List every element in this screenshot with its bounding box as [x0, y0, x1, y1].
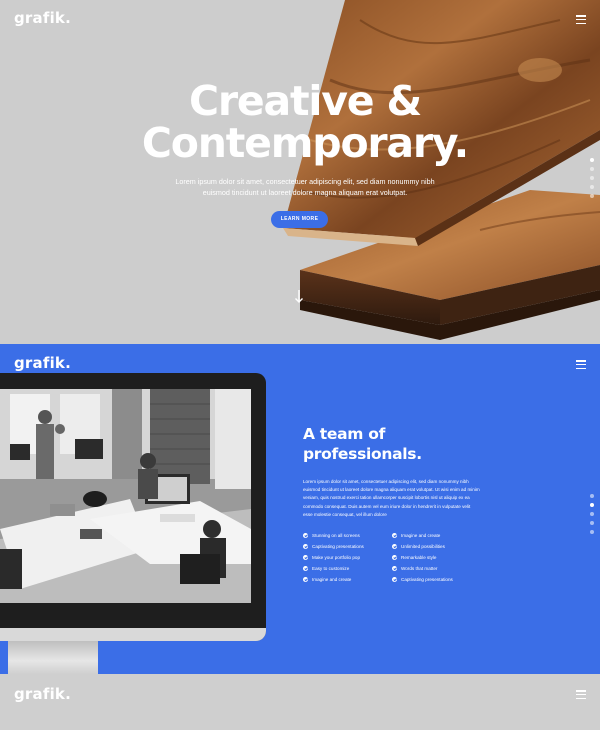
slide-dot[interactable]: [590, 194, 594, 198]
slide-dot[interactable]: [590, 176, 594, 180]
hamburger-menu-icon[interactable]: [576, 15, 586, 25]
hero-subtitle: Lorem ipsum dolor sit amet, consectetuer…: [160, 176, 450, 198]
hamburger-menu-icon[interactable]: [576, 690, 586, 700]
slide-dot[interactable]: [590, 503, 594, 507]
check-icon: [303, 533, 308, 538]
learn-more-button[interactable]: LEARN MORE: [271, 211, 328, 228]
team-title-line2: professionals.: [303, 445, 422, 463]
hero-title: Creative & Contemporary.: [140, 80, 470, 164]
team-title-line1: A team of: [303, 425, 386, 443]
slide-dots: [590, 158, 596, 203]
monitor-stand: [8, 641, 98, 674]
slide-dot[interactable]: [590, 185, 594, 189]
feature-label: Easy to customize: [312, 566, 350, 571]
hero-title-line1: Creative &: [189, 77, 422, 125]
monitor-chin: [0, 628, 266, 641]
feature-item: Imagine and create: [303, 574, 392, 585]
feature-item: Stunning on all screens: [303, 530, 392, 541]
feature-item: Unlimited possibilities: [392, 541, 481, 552]
feature-column-right: Imagine and create Unlimited possibiliti…: [392, 530, 481, 585]
hero-section: grafik. Creative & Contemporary. Lorem i…: [0, 0, 600, 344]
slide-dot[interactable]: [590, 158, 594, 162]
slide-dots: [590, 494, 596, 539]
hero-subtitle-line2: euismod tincidunt ut laoreet dolore magn…: [202, 188, 408, 197]
logo[interactable]: grafik.: [14, 354, 71, 372]
team-title: A team of professionals.: [303, 424, 503, 464]
feature-column-left: Stunning on all screens Captivating pres…: [303, 530, 392, 585]
feature-label: Imagine and create: [312, 577, 352, 582]
slide-dot[interactable]: [590, 521, 594, 525]
check-icon: [392, 566, 397, 571]
hero-title-line2: Contemporary.: [141, 119, 469, 167]
feature-item: Remarkable style: [392, 552, 481, 563]
check-icon: [392, 577, 397, 582]
team-paragraph: Lorem ipsum dolor sit amet, consectetuer…: [303, 479, 480, 517]
logo[interactable]: grafik.: [14, 685, 71, 703]
slide-dot[interactable]: [590, 530, 594, 534]
feature-label: Stunning on all screens: [312, 533, 360, 538]
check-icon: [392, 533, 397, 538]
slide-dot[interactable]: [590, 512, 594, 516]
check-icon: [303, 566, 308, 571]
check-icon: [303, 555, 308, 560]
check-icon: [392, 544, 397, 549]
feature-item: Imagine and create: [392, 530, 481, 541]
feature-label: Imagine and create: [401, 533, 441, 538]
slide-dot[interactable]: [590, 494, 594, 498]
feature-item: Make your portfolio pop: [303, 552, 392, 563]
feature-label: Remarkable style: [401, 555, 437, 560]
feature-list: Stunning on all screens Captivating pres…: [303, 530, 483, 585]
hero-subtitle-line1: Lorem ipsum dolor sit amet, consectetuer…: [175, 177, 435, 186]
check-icon: [303, 544, 308, 549]
next-section: grafik.: [0, 674, 600, 730]
feature-label: Captivating presentations: [401, 577, 453, 582]
feature-item: Captivating presentations: [392, 574, 481, 585]
arrow-down-icon[interactable]: [294, 290, 304, 304]
feature-item: Words that matter: [392, 563, 481, 574]
logo[interactable]: grafik.: [14, 9, 71, 27]
check-icon: [392, 555, 397, 560]
feature-item: Easy to customize: [303, 563, 392, 574]
check-icon: [303, 577, 308, 582]
team-section: grafik. A team of professionals. Lorem i…: [0, 344, 600, 674]
feature-label: Words that matter: [401, 566, 438, 571]
feature-label: Make your portfolio pop: [312, 555, 361, 560]
feature-item: Captivating presentations: [303, 541, 392, 552]
feature-label: Captivating presentations: [312, 544, 364, 549]
office-photo: [0, 389, 251, 603]
slide-dot[interactable]: [590, 167, 594, 171]
hamburger-menu-icon[interactable]: [576, 360, 586, 370]
feature-label: Unlimited possibilities: [401, 544, 445, 549]
